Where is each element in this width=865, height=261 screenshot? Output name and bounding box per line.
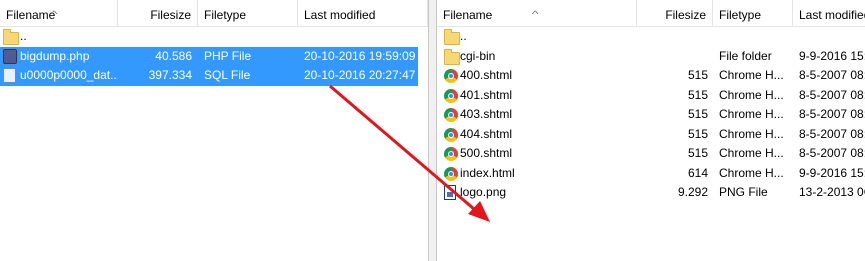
chrome-icon bbox=[444, 88, 458, 103]
local-list-header: Filename ^ Filesize Filetype Last modifie… bbox=[0, 0, 428, 27]
remote-file-row[interactable]: 401.shtml 515 Chrome H... 8-5-2007 08: bbox=[437, 86, 865, 106]
file-size: 40.586 bbox=[155, 48, 192, 63]
local-col-filetype[interactable]: Filetype bbox=[198, 0, 298, 26]
remote-file-row[interactable]: 500.shtml 515 Chrome H... 8-5-2007 08: bbox=[437, 144, 865, 164]
file-modified: 8-5-2007 08: bbox=[799, 126, 865, 141]
local-file-list[interactable]: Filename ^ Filesize Filetype Last modifie… bbox=[0, 0, 428, 261]
local-file-row[interactable]: bigdump.php 40.586 PHP File 20-10-2016 19:5… bbox=[0, 46, 418, 66]
sort-ascending-icon: ^ bbox=[531, 9, 539, 19]
file-name: bigdump.php bbox=[20, 48, 90, 63]
remote-col-filetype[interactable]: Filetype bbox=[713, 0, 793, 26]
file-modified: 9-9-2016 15: bbox=[799, 48, 865, 63]
file-name: 404.shtml bbox=[460, 126, 513, 141]
file-modified: 13-2-2013 0C bbox=[799, 185, 865, 199]
file-type: Chrome H... bbox=[719, 107, 784, 121]
remote-file-row[interactable]: cgi-bin File folder 9-9-2016 15: bbox=[437, 47, 865, 67]
local-file-row[interactable]: .. bbox=[0, 27, 428, 47]
file-modified bbox=[799, 27, 865, 47]
php-file-icon bbox=[3, 48, 17, 64]
file-modified bbox=[304, 27, 422, 47]
file-size bbox=[637, 47, 708, 67]
file-name: index.html bbox=[460, 165, 515, 180]
png-file-icon bbox=[444, 185, 456, 200]
chrome-icon bbox=[444, 127, 458, 142]
remote-rows: .. cgi-bin File folder 9-9-2016 15: 400.shtm… bbox=[437, 27, 865, 203]
file-type: File folder bbox=[719, 48, 772, 63]
file-type bbox=[204, 27, 298, 47]
file-modified: 8-5-2007 08: bbox=[799, 107, 865, 121]
file-name: 500.shtml bbox=[460, 146, 513, 160]
remote-file-row[interactable]: 400.shtml 515 Chrome H... 8-5-2007 08: bbox=[437, 66, 865, 86]
file-type: Chrome H... bbox=[719, 87, 784, 102]
file-size: 515 bbox=[687, 68, 708, 82]
file-size: 515 bbox=[687, 126, 708, 141]
file-modified: 8-5-2007 08: bbox=[799, 87, 865, 102]
file-modified: 20-10-2016 19:59:09 bbox=[304, 48, 416, 63]
remote-col-filesize[interactable]: Filesize bbox=[637, 0, 713, 26]
pane-splitter[interactable] bbox=[428, 0, 437, 261]
remote-file-row[interactable]: index.html 614 Chrome H... 9-9-2016 15: bbox=[437, 164, 865, 184]
file-name: 403.shtml bbox=[460, 107, 513, 121]
chrome-icon bbox=[444, 108, 458, 122]
remote-file-row[interactable]: .. bbox=[437, 27, 865, 47]
remote-col-modified[interactable]: Last modified bbox=[793, 0, 865, 26]
file-type: PNG File bbox=[719, 185, 768, 199]
folder-icon bbox=[444, 29, 460, 45]
local-file-row[interactable]: u0000p0000_dat... 397.334 SQL File 20-10-20… bbox=[0, 66, 418, 86]
local-col-filesize[interactable]: Filesize bbox=[118, 0, 198, 26]
file-size: 397.334 bbox=[148, 68, 192, 82]
file-type: Chrome H... bbox=[719, 126, 784, 141]
sort-ascending-icon: ^ bbox=[50, 9, 58, 19]
file-size: 515 bbox=[687, 87, 708, 102]
sql-file-icon bbox=[3, 68, 16, 83]
file-name: logo.png bbox=[460, 185, 507, 199]
local-rows: .. bigdump.php 40.586 PHP File 20-10-2016 19… bbox=[0, 27, 428, 86]
file-modified: 9-9-2016 15: bbox=[799, 165, 865, 180]
folder-icon bbox=[444, 48, 460, 65]
remote-file-list[interactable]: Filename ^ Filesize Filetype Last modifie… bbox=[437, 0, 865, 261]
file-type bbox=[719, 27, 793, 47]
local-col-modified[interactable]: Last modified bbox=[298, 0, 428, 26]
remote-file-row[interactable]: 404.shtml 515 Chrome H... 8-5-2007 08: bbox=[437, 125, 865, 145]
chrome-icon bbox=[444, 166, 458, 181]
file-type: SQL File bbox=[204, 68, 251, 82]
file-type: PHP File bbox=[204, 48, 252, 63]
file-size bbox=[637, 27, 708, 47]
local-col-filename[interactable]: Filename ^ bbox=[0, 0, 118, 26]
file-type: Chrome H... bbox=[719, 68, 784, 82]
chrome-icon bbox=[444, 147, 458, 161]
remote-file-row[interactable]: 403.shtml 515 Chrome H... 8-5-2007 08: bbox=[437, 105, 865, 125]
file-size: 614 bbox=[687, 165, 708, 180]
remote-col-filename[interactable]: Filename ^ bbox=[437, 0, 637, 26]
file-name: u0000p0000_dat... bbox=[20, 68, 118, 82]
folder-icon bbox=[3, 29, 19, 45]
remote-file-row[interactable]: logo.png 9.292 PNG File 13-2-2013 0C bbox=[437, 183, 865, 203]
file-name: cgi-bin bbox=[460, 48, 496, 63]
file-name: .. bbox=[460, 29, 467, 43]
file-name: 401.shtml bbox=[460, 87, 513, 102]
file-type: Chrome H... bbox=[719, 146, 784, 160]
file-type: Chrome H... bbox=[719, 165, 784, 180]
file-name: 400.shtml bbox=[460, 68, 513, 82]
remote-list-header: Filename ^ Filesize Filetype Last modifie… bbox=[437, 0, 865, 27]
file-modified: 20-10-2016 20:27:47 bbox=[304, 68, 416, 82]
file-size: 515 bbox=[687, 107, 708, 121]
file-size: 9.292 bbox=[677, 185, 708, 199]
file-size bbox=[118, 27, 192, 47]
file-name: .. bbox=[20, 29, 27, 43]
file-size: 515 bbox=[687, 146, 708, 160]
file-modified: 8-5-2007 08: bbox=[799, 68, 865, 82]
chrome-icon bbox=[444, 69, 458, 83]
file-modified: 8-5-2007 08: bbox=[799, 146, 865, 160]
